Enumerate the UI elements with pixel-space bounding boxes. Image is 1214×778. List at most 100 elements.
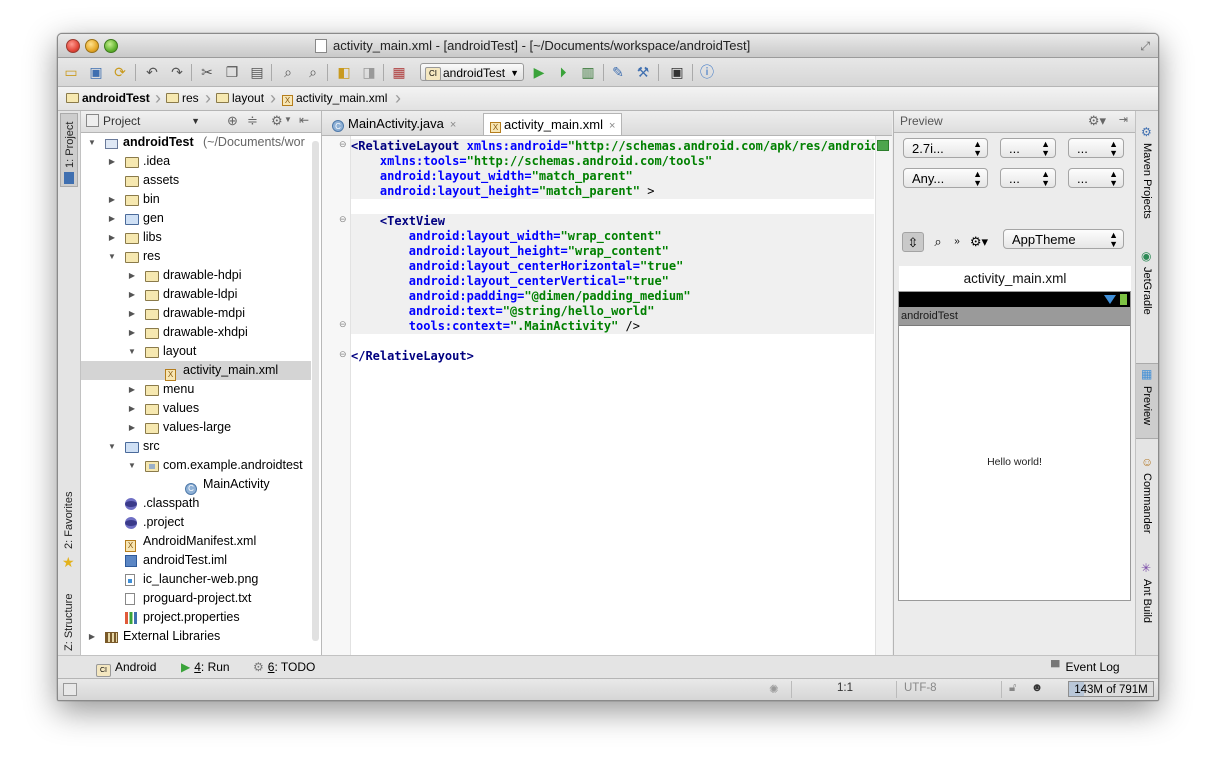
replace-icon[interactable]: ⌕ bbox=[305, 64, 321, 80]
tree-item[interactable]: ▶ libs bbox=[81, 228, 311, 247]
locale-select[interactable]: Any... ▲ ▼ bbox=[903, 168, 988, 188]
collapsed-arrow-icon[interactable]: ▶ bbox=[127, 285, 137, 304]
commander-tool-button[interactable]: ☺ Commander bbox=[1136, 453, 1158, 543]
caret-position[interactable]: 1:1 bbox=[837, 682, 853, 694]
hide-panel-icon[interactable]: ⇤ bbox=[299, 113, 309, 127]
tree-item[interactable]: ▶ values-large bbox=[81, 418, 311, 437]
breadcrumb-res[interactable]: res bbox=[166, 91, 199, 106]
tree-item[interactable]: ▼ com.example.androidtest bbox=[81, 456, 311, 475]
ant-build-tool-button[interactable]: ✳ Ant Build bbox=[1136, 559, 1158, 639]
cut-icon[interactable]: ✂ bbox=[199, 64, 215, 80]
fold-marker-icon[interactable]: ⊖ bbox=[339, 214, 347, 225]
code-line[interactable]: android:layout_height="match_parent" > bbox=[351, 184, 874, 199]
more-icon[interactable]: » bbox=[946, 232, 968, 252]
tree-item[interactable]: .project bbox=[81, 513, 311, 532]
todo-tool-button[interactable]: ⚙ 6: TODO bbox=[253, 660, 315, 674]
debug-icon[interactable]: ⏵ bbox=[555, 64, 571, 80]
forward-icon[interactable]: ◨ bbox=[361, 64, 377, 80]
find-icon[interactable]: ⌕ bbox=[280, 64, 296, 80]
editor-gutter[interactable]: ⊖ ⊖ ⊖ ⊖ bbox=[322, 136, 351, 682]
code-line[interactable]: <RelativeLayout xmlns:android="http://sc… bbox=[351, 139, 886, 154]
tree-item[interactable]: .classpath bbox=[81, 494, 311, 513]
code-line[interactable]: android:padding="@dimen/padding_medium" bbox=[351, 289, 874, 304]
settings-wrench-icon[interactable]: ✎ bbox=[610, 64, 626, 80]
collapsed-arrow-icon[interactable]: ▶ bbox=[127, 399, 137, 418]
file-encoding[interactable]: UTF-8 bbox=[904, 682, 937, 694]
gear-icon[interactable]: ⚙ bbox=[271, 113, 283, 129]
event-log-tool-button[interactable]: ▀ Event Log bbox=[1051, 660, 1120, 674]
expanded-arrow-icon[interactable]: ▼ bbox=[107, 247, 117, 266]
tree-item[interactable]: ▶ values bbox=[81, 399, 311, 418]
code-line[interactable]: tools:context=".MainActivity" /> bbox=[351, 319, 874, 334]
tree-item[interactable]: androidTest.iml bbox=[81, 551, 311, 570]
collapse-all-icon[interactable]: ≑ bbox=[247, 113, 258, 129]
undo-icon[interactable]: ↶ bbox=[144, 64, 160, 80]
tree-item[interactable]: project.properties bbox=[81, 608, 311, 627]
jetgradle-tool-button[interactable]: ◉ JetGradle bbox=[1136, 247, 1158, 323]
project-tree-vertical-scrollbar[interactable] bbox=[312, 141, 319, 641]
night-mode-select[interactable]: ... ▲ ▼ bbox=[1000, 168, 1056, 188]
mode-select[interactable]: ... ▲ ▼ bbox=[1068, 138, 1124, 158]
terminal-icon[interactable]: ▣ bbox=[669, 64, 685, 80]
tree-item[interactable]: Xactivity_main.xml bbox=[81, 361, 311, 381]
tree-item[interactable]: assets bbox=[81, 171, 311, 190]
close-tab-icon[interactable]: × bbox=[450, 119, 456, 131]
device-select[interactable]: 2.7i... ▲ ▼ bbox=[903, 138, 988, 158]
expanded-arrow-icon[interactable]: ▼ bbox=[107, 437, 117, 456]
code-line[interactable] bbox=[351, 199, 874, 214]
tree-item[interactable]: ▶ menu bbox=[81, 380, 311, 399]
api-level-select[interactable]: ... ▲ ▼ bbox=[1068, 168, 1124, 188]
preview-tool-button[interactable]: ▦ Preview bbox=[1136, 363, 1158, 439]
help-icon[interactable]: ⓘ bbox=[699, 64, 715, 80]
close-tab-icon[interactable]: × bbox=[609, 120, 615, 132]
editor-vertical-scrollbar[interactable] bbox=[875, 136, 892, 682]
breadcrumb-androidtest[interactable]: androidTest bbox=[66, 91, 150, 106]
fold-marker-icon[interactable]: ⊖ bbox=[339, 319, 347, 330]
device-preview[interactable]: androidTest Hello world! bbox=[898, 291, 1131, 601]
tree-item[interactable]: ▼ src bbox=[81, 437, 311, 456]
expanded-arrow-icon[interactable]: ▼ bbox=[87, 133, 97, 152]
lock-icon[interactable]: 🔓︎ bbox=[1009, 682, 1016, 695]
tree-item[interactable]: ▼ res bbox=[81, 247, 311, 266]
gear-icon[interactable]: ⚙▾ bbox=[968, 232, 990, 252]
tree-item[interactable]: ▼ layout bbox=[81, 342, 311, 361]
collapsed-arrow-icon[interactable]: ▶ bbox=[87, 627, 97, 646]
tree-item[interactable]: proguard-project.txt bbox=[81, 589, 311, 608]
collapsed-arrow-icon[interactable]: ▶ bbox=[107, 209, 117, 228]
project-view-select[interactable]: Project ▼ bbox=[86, 113, 200, 129]
collapsed-arrow-icon[interactable]: ▶ bbox=[107, 228, 117, 247]
tree-item[interactable]: ▶ drawable-mdpi bbox=[81, 304, 311, 323]
tree-item[interactable]: ▶ drawable-xhdpi bbox=[81, 323, 311, 342]
collapsed-arrow-icon[interactable]: ▶ bbox=[127, 380, 137, 399]
collapsed-arrow-icon[interactable]: ▶ bbox=[127, 418, 137, 437]
code-line[interactable]: </RelativeLayout> bbox=[351, 349, 874, 364]
code-line[interactable] bbox=[351, 334, 874, 349]
gear-icon[interactable]: ⚙▾ bbox=[1088, 113, 1106, 129]
tab-mainactivity-java[interactable]: C MainActivity.java × bbox=[326, 113, 462, 135]
code-line[interactable]: android:layout_centerVertical="true" bbox=[351, 274, 874, 289]
theme-select[interactable]: AppTheme ▲ ▼ bbox=[1003, 229, 1124, 249]
code-line[interactable]: xmlns:tools="http://schemas.android.com/… bbox=[351, 154, 874, 169]
background-tasks-icon[interactable]: ✺ bbox=[769, 682, 779, 696]
run-configuration-select[interactable]: CI androidTest ▼ bbox=[420, 63, 524, 81]
collapsed-arrow-icon[interactable]: ▶ bbox=[107, 152, 117, 171]
fullscreen-icon[interactable]: ⤢ bbox=[1140, 39, 1150, 54]
run-tool-button[interactable]: ▶ 4: Run bbox=[181, 660, 230, 674]
make-project-icon[interactable]: ▦ bbox=[391, 64, 407, 80]
code-line[interactable]: <TextView bbox=[351, 214, 874, 229]
code-line[interactable]: android:layout_width="wrap_content" bbox=[351, 229, 874, 244]
zoom-window-button[interactable] bbox=[104, 39, 118, 53]
tree-item[interactable]: X AndroidManifest.xml bbox=[81, 532, 311, 552]
code-line[interactable]: android:layout_centerHorizontal="true" bbox=[351, 259, 874, 274]
breadcrumb-activity-main[interactable]: Xactivity_main.xml bbox=[282, 91, 387, 106]
collapsed-arrow-icon[interactable]: ▶ bbox=[107, 190, 117, 209]
android-tool-button[interactable]: CI Android bbox=[96, 660, 156, 677]
redo-icon[interactable]: ↷ bbox=[169, 64, 185, 80]
toggle-tool-windows-icon[interactable] bbox=[63, 683, 77, 696]
collapsed-arrow-icon[interactable]: ▶ bbox=[127, 323, 137, 342]
minimize-window-button[interactable] bbox=[85, 39, 99, 53]
orientation-select[interactable]: ... ▲ ▼ bbox=[1000, 138, 1056, 158]
tree-item[interactable]: ▶ External Libraries bbox=[81, 627, 311, 646]
collapsed-arrow-icon[interactable]: ▶ bbox=[127, 304, 137, 323]
back-icon[interactable]: ◧ bbox=[336, 64, 352, 80]
